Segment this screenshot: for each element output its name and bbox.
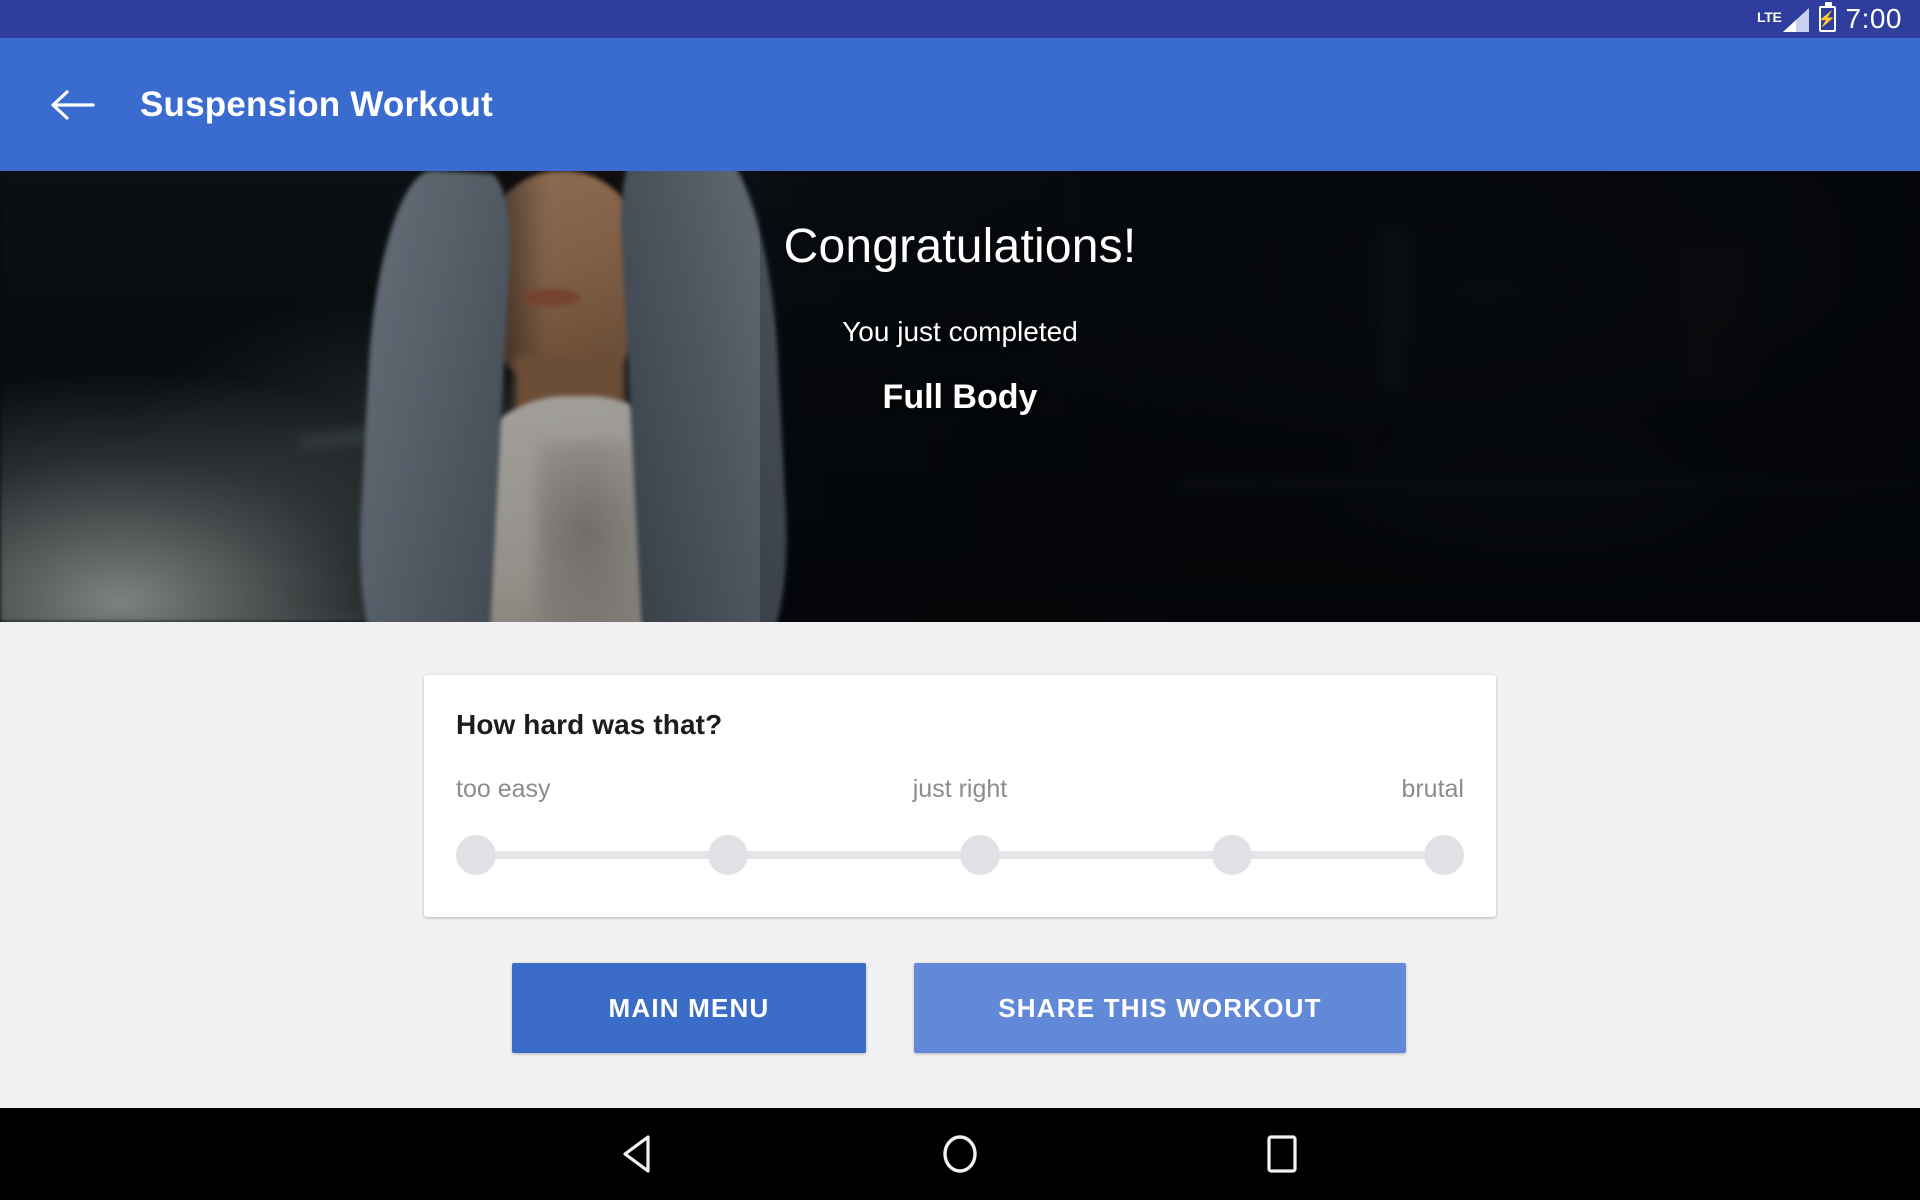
rating-card-title: How hard was that? [456,709,723,740]
signal-indicator: LTE [1757,6,1809,32]
android-nav-bar [0,1108,1920,1200]
back-arrow-icon[interactable] [28,60,118,150]
page-title: Suspension Workout [140,84,493,124]
hero-banner: Congratulations! You just completed Full… [0,171,1920,622]
main-menu-button[interactable]: MAIN MENU [512,963,866,1053]
action-buttons: MAIN MENU SHARE THIS WORKOUT [0,963,1920,1053]
nav-back-triangle-icon[interactable] [578,1108,698,1200]
share-workout-button[interactable]: SHARE THIS WORKOUT [914,963,1406,1053]
hero-background-photo [0,171,1920,622]
slider-dot-3[interactable] [960,835,1000,875]
slider-dot-1[interactable] [456,835,496,875]
content-area: How hard was that? too easy just right b… [0,622,1920,1108]
status-bar-clock: 7:00 [1845,3,1902,34]
slider-dot-4[interactable] [1212,835,1252,875]
app-bar: Suspension Workout [0,38,1920,171]
app-screen: LTE ⚡ 7:00 Suspension Workout Congratula… [0,0,1920,1200]
nav-recents-square-icon[interactable] [1222,1108,1342,1200]
scale-label-just-right: just right [912,775,1008,803]
signal-bars-icon [1782,8,1809,32]
difficulty-slider[interactable] [456,835,1464,875]
network-type-label: LTE [1756,9,1782,25]
rating-card: How hard was that? too easy just right b… [424,675,1496,917]
slider-dot-2[interactable] [708,835,748,875]
nav-home-circle-icon[interactable] [900,1108,1020,1200]
battery-charging-icon: ⚡ [1818,2,1836,32]
rating-scale-labels: too easy just right brutal [456,775,1464,811]
scale-label-too-easy: too easy [456,775,551,803]
scale-label-brutal: brutal [1401,775,1464,803]
status-bar: LTE ⚡ 7:00 [0,0,1920,38]
slider-dot-5[interactable] [1424,835,1464,875]
